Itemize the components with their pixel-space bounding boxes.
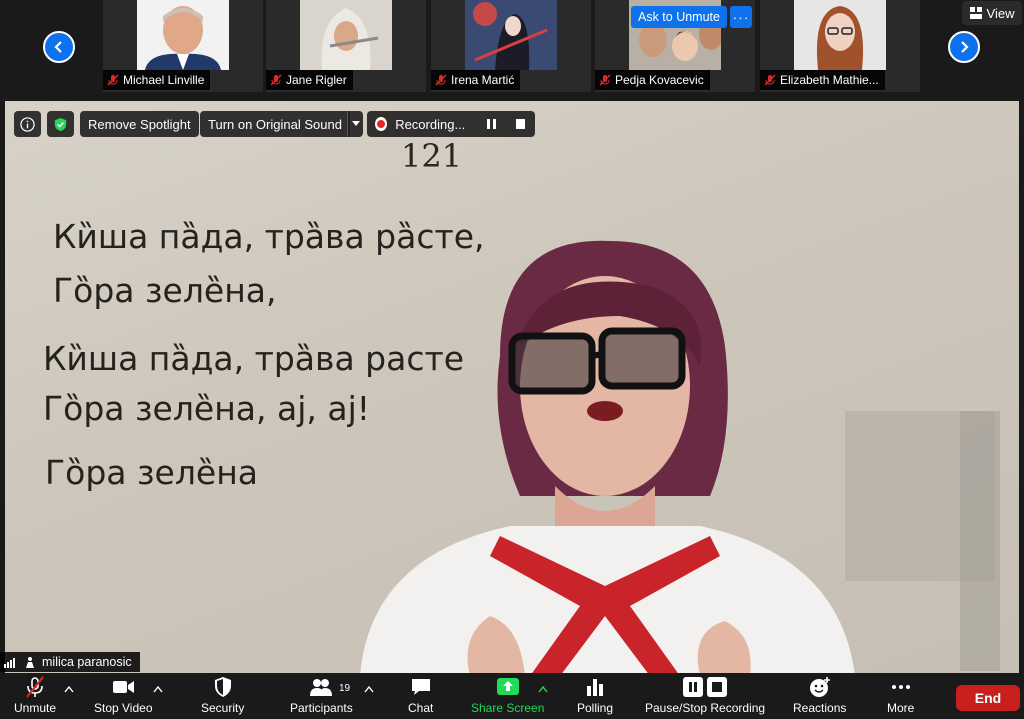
mic-muted-icon <box>26 676 44 698</box>
mic-muted-icon <box>764 74 776 86</box>
chevron-up-icon[interactable] <box>364 685 374 693</box>
lyric-line: Го̏ра зеле̏на, <box>53 271 277 310</box>
lyric-line: Го̏ра зеле̏на, aj, aj! <box>43 389 370 428</box>
participant-tile[interactable]: Irena Martić <box>431 0 591 92</box>
participant-more-button[interactable]: ··· <box>730 6 752 28</box>
mic-muted-icon <box>270 74 282 86</box>
participants-button[interactable]: Participants <box>290 676 353 715</box>
participant-name: Jane Rigler <box>286 73 347 87</box>
encryption-status-button[interactable] <box>47 111 74 137</box>
unmute-label: Unmute <box>14 701 57 715</box>
share-screen-label: Share Screen <box>471 701 545 715</box>
mic-muted-icon <box>107 74 119 86</box>
participant-video <box>794 0 886 70</box>
gallery-strip: Michael Linville Jane Rigler Irena Marti… <box>0 0 1024 100</box>
gallery-prev-button[interactable] <box>43 31 75 63</box>
security-label: Security <box>201 701 245 715</box>
shield-icon <box>214 677 231 697</box>
participant-name-bar: Pedja Kovacevic <box>595 70 710 90</box>
more-button[interactable]: More <box>887 676 914 715</box>
participant-tile[interactable]: Jane Rigler <box>266 0 426 92</box>
pause-recording-button[interactable] <box>487 119 497 129</box>
original-sound-dropdown[interactable] <box>347 111 363 137</box>
share-screen-button[interactable]: Share Screen <box>471 676 544 715</box>
polling-button[interactable]: Polling <box>577 676 613 715</box>
participant-video <box>300 0 392 70</box>
background-wall <box>960 411 1000 671</box>
participant-name-bar: Elizabeth Mathie... <box>760 70 885 90</box>
pause-stop-recording-button[interactable]: Pause/Stop Recording <box>645 676 765 715</box>
caret-down-icon <box>351 121 360 126</box>
chat-button[interactable]: Chat <box>408 676 433 715</box>
chevron-up-icon[interactable] <box>538 685 548 693</box>
participant-name: Michael Linville <box>123 73 205 87</box>
speaker-figure <box>360 240 855 673</box>
chevron-right-icon <box>961 41 969 53</box>
smiley-plus-icon <box>809 677 830 697</box>
participants-count: 19 <box>339 683 351 694</box>
share-screen-icon <box>496 678 519 695</box>
participant-tile[interactable]: Michael Linville <box>103 0 263 92</box>
participants-label: Participants <box>290 701 353 715</box>
pause-stop-recording-label: Pause/Stop Recording <box>645 701 766 715</box>
reactions-label: Reactions <box>793 701 847 715</box>
chevron-left-icon <box>54 41 62 53</box>
sheet-page-number: 121 <box>401 137 463 175</box>
stop-video-button[interactable]: Stop Video <box>94 676 153 715</box>
mic-muted-icon <box>599 74 611 86</box>
mic-muted-icon <box>435 74 447 86</box>
participant-name-bar: Jane Rigler <box>266 70 353 90</box>
gallery-view-icon <box>969 7 982 19</box>
view-label: View <box>986 5 1015 21</box>
spotlight-icon <box>26 657 34 668</box>
chevron-up-icon[interactable] <box>153 685 163 693</box>
stop-video-label: Stop Video <box>94 701 153 715</box>
lyric-line: Го̏ра зеле̏на <box>45 453 259 492</box>
signal-strength-icon <box>4 658 15 668</box>
participant-name-bar: Irena Martić <box>431 70 521 90</box>
security-button[interactable]: Security <box>201 676 244 715</box>
chevron-up-icon[interactable] <box>64 685 74 693</box>
shield-check-icon <box>54 117 67 131</box>
pause-stop-icon <box>683 677 728 697</box>
more-dots-icon <box>891 685 910 689</box>
video-camera-icon <box>113 681 135 693</box>
meeting-info-button[interactable] <box>14 111 41 137</box>
chat-label: Chat <box>408 701 434 715</box>
speaker-name: milica paranosic <box>42 655 132 669</box>
bar-chart-icon <box>587 679 604 696</box>
info-icon <box>20 116 35 132</box>
record-icon <box>375 117 388 131</box>
gallery-next-button[interactable] <box>948 31 980 63</box>
unmute-button[interactable]: Unmute <box>14 676 56 715</box>
participant-name: Elizabeth Mathie... <box>780 73 879 87</box>
original-sound-button[interactable]: Turn on Original Sound <box>200 111 350 137</box>
active-speaker-tag: milica paranosic <box>0 652 140 672</box>
spotlight-video[interactable]: 121 Ки̏ша па̏да, тра̏ва ра̏сте, Го̏ра зе… <box>5 101 1019 673</box>
meeting-toolbar: Unmute Stop Video Security Participants … <box>0 673 1024 719</box>
more-label: More <box>887 701 915 715</box>
participant-video <box>137 0 229 70</box>
recording-indicator: Recording... <box>367 111 535 137</box>
remove-spotlight-button[interactable]: Remove Spotlight <box>80 111 199 137</box>
view-button[interactable]: View <box>962 1 1022 25</box>
participants-icon <box>310 679 333 696</box>
end-meeting-button[interactable]: End <box>956 685 1020 711</box>
stop-recording-button[interactable] <box>516 119 525 129</box>
reactions-button[interactable]: Reactions <box>793 676 846 715</box>
chat-bubble-icon <box>411 679 430 695</box>
recording-status: Recording... <box>395 116 466 132</box>
ask-to-unmute-button[interactable]: Ask to Unmute <box>631 6 727 28</box>
participant-name: Pedja Kovacevic <box>615 73 704 87</box>
participant-tile[interactable]: Elizabeth Mathie... <box>760 0 920 92</box>
participant-name: Irena Martić <box>451 73 515 87</box>
participant-avatar-image <box>465 0 557 70</box>
participant-name-bar: Michael Linville <box>103 70 211 90</box>
polling-label: Polling <box>577 701 614 715</box>
